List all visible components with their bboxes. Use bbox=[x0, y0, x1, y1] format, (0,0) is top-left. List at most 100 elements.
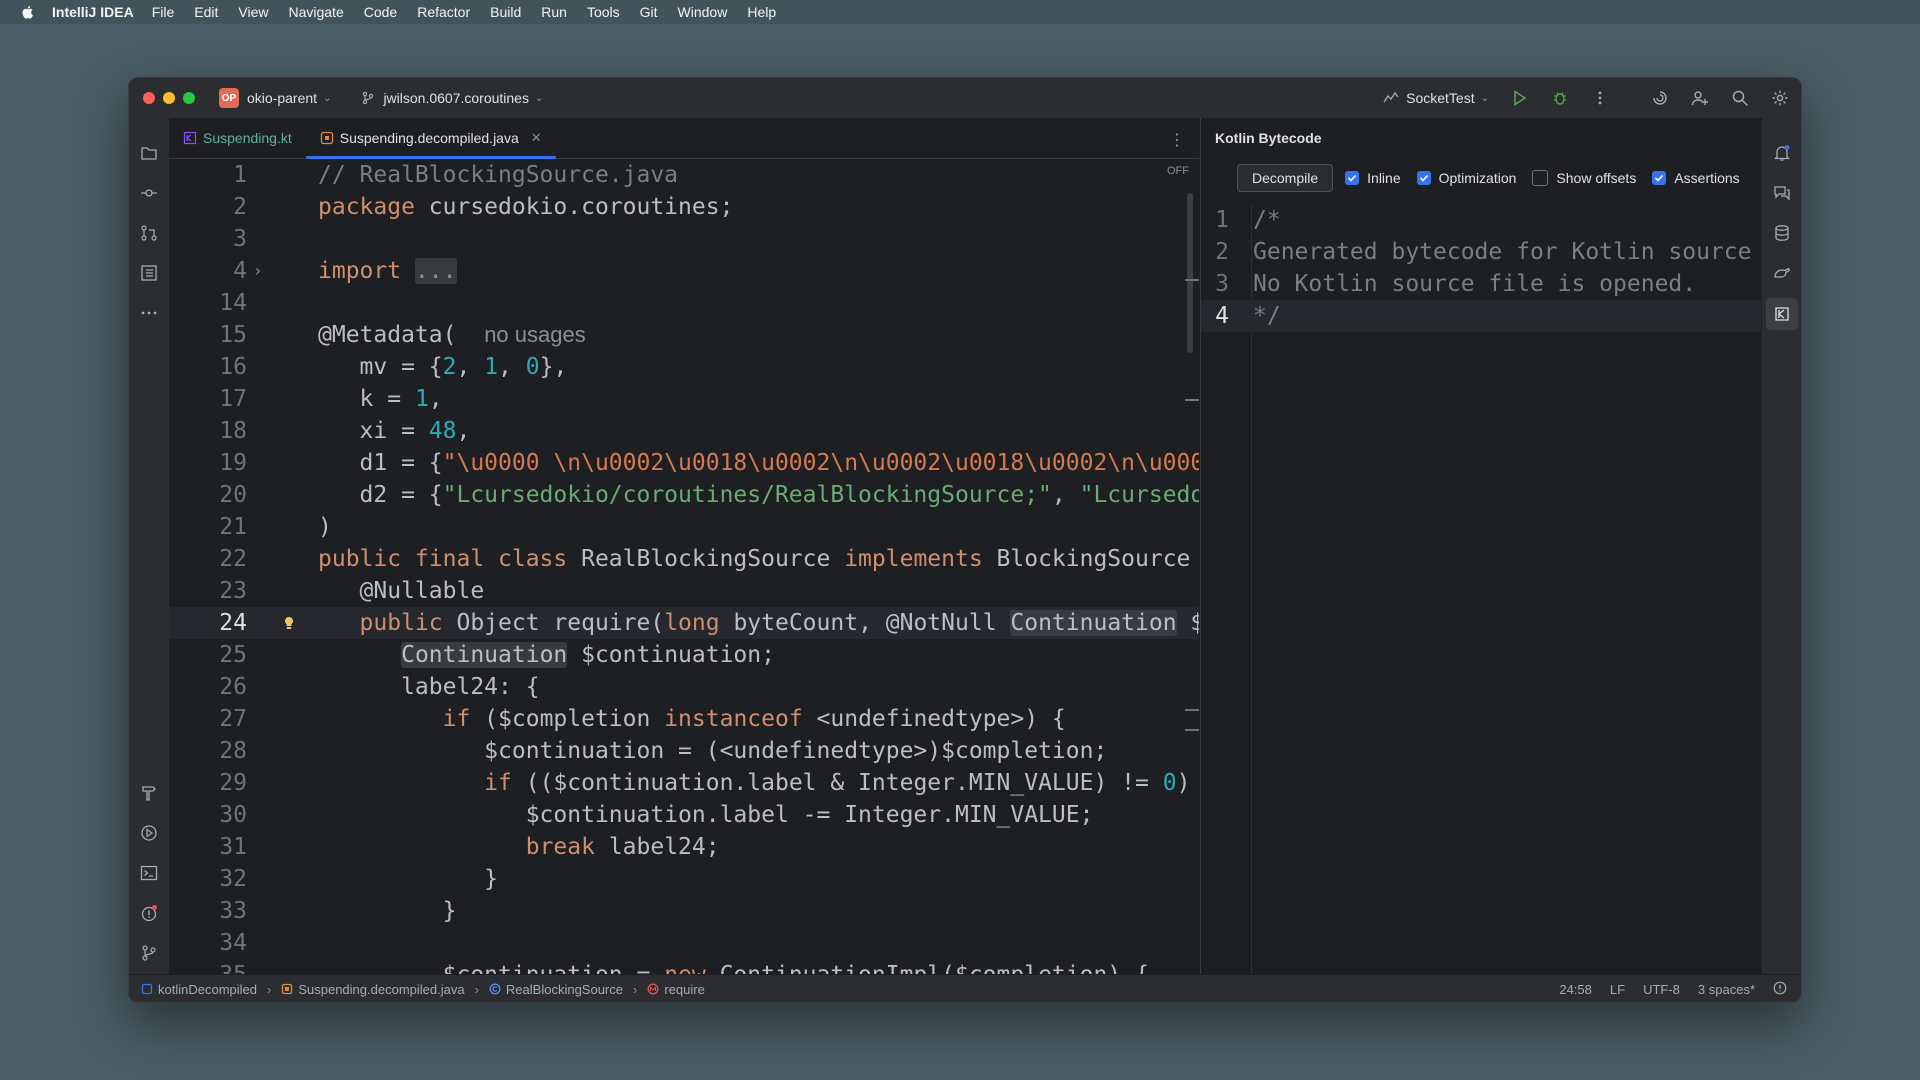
code-line: 2 package cursedokio.coroutines; bbox=[233, 194, 734, 220]
structure-icon[interactable] bbox=[140, 264, 158, 282]
caret-position[interactable]: 24:58 bbox=[1559, 982, 1592, 997]
database-icon[interactable] bbox=[1773, 224, 1791, 242]
add-user-button[interactable] bbox=[1691, 89, 1709, 107]
pull-requests-icon[interactable] bbox=[140, 224, 158, 242]
breadcrumb-label: kotlinDecompiled bbox=[158, 981, 257, 997]
project-selector[interactable]: okio-parent bbox=[247, 90, 317, 106]
code-editor[interactable]: OFF 1// RealBlockingSource.java 2 package… bbox=[169, 159, 1199, 974]
problems-icon[interactable] bbox=[140, 904, 158, 922]
code-line: 33 } bbox=[219, 898, 457, 924]
zoom-window-button[interactable] bbox=[183, 92, 195, 104]
tab-suspending-decompiled-java[interactable]: Suspending.decompiled.java ✕ bbox=[305, 118, 556, 159]
menu-view[interactable]: View bbox=[238, 4, 268, 20]
optimization-label: Optimization bbox=[1438, 170, 1517, 186]
bytecode-line: 1/* bbox=[1215, 207, 1281, 233]
breadcrumb-method[interactable]: require bbox=[647, 982, 705, 997]
git-icon[interactable] bbox=[140, 944, 158, 962]
kotlin-bytecode-panel: Kotlin Bytecode Decompile Inline Optimiz… bbox=[1200, 118, 1761, 974]
menu-edit[interactable]: Edit bbox=[194, 4, 218, 20]
ide-window: OP okio-parent ⌄ jwilson.0607.coroutines… bbox=[128, 77, 1802, 1003]
inspection-status[interactable] bbox=[1773, 981, 1787, 998]
search-button[interactable] bbox=[1731, 89, 1749, 107]
fold-chevron-icon[interactable]: › bbox=[253, 255, 263, 287]
code-line: 34 bbox=[219, 930, 247, 956]
spiral-icon bbox=[1653, 91, 1667, 105]
left-tool-stripe bbox=[129, 118, 170, 974]
assertions-checkbox[interactable] bbox=[1652, 171, 1667, 185]
run-config-selector[interactable]: SocketTest ⌄ bbox=[1382, 90, 1489, 106]
breadcrumb-label: RealBlockingSource bbox=[505, 981, 623, 997]
close-tab-icon[interactable]: ✕ bbox=[531, 130, 542, 146]
notifications-icon[interactable] bbox=[1773, 144, 1791, 162]
panel-title: Kotlin Bytecode bbox=[1215, 130, 1322, 146]
title-bar-actions: SocketTest ⌄ bbox=[1382, 89, 1789, 107]
menu-refactor[interactable]: Refactor bbox=[417, 4, 470, 20]
line-ending[interactable]: LF bbox=[1610, 982, 1625, 997]
build-hammer-icon[interactable] bbox=[140, 784, 158, 802]
ai-chat-icon[interactable] bbox=[1773, 184, 1791, 202]
code-line: 16 mv = {2, 1, 0}, bbox=[219, 354, 568, 380]
code-line: 30 $continuation.label -= Integer.MIN_VA… bbox=[219, 802, 1094, 828]
menu-navigate[interactable]: Navigate bbox=[288, 4, 343, 20]
tab-label: Suspending.decompiled.java bbox=[339, 130, 519, 146]
more-actions-button[interactable] bbox=[1591, 89, 1609, 107]
code-line: 20 d2 = {"Lcursedokio/coroutines/RealBlo… bbox=[219, 482, 1199, 508]
folded-imports[interactable]: ... bbox=[414, 258, 457, 284]
file-encoding[interactable]: UTF-8 bbox=[1643, 982, 1680, 997]
decompile-button[interactable]: Decompile bbox=[1237, 164, 1334, 192]
kotlin-bytecode-icon[interactable] bbox=[1773, 305, 1791, 323]
code-line: 4 › import ... bbox=[169, 255, 1199, 287]
menu-file[interactable]: File bbox=[152, 4, 175, 20]
close-window-button[interactable] bbox=[143, 92, 155, 104]
services-icon[interactable] bbox=[140, 824, 158, 842]
title-bar: OP okio-parent ⌄ jwilson.0607.coroutines… bbox=[129, 78, 1801, 119]
chevron-right-icon: › bbox=[474, 981, 479, 997]
ai-assistant-button[interactable] bbox=[1651, 89, 1669, 107]
run-button[interactable] bbox=[1511, 89, 1529, 107]
menu-help[interactable]: Help bbox=[747, 4, 776, 20]
project-badge: OP bbox=[219, 88, 239, 108]
chevron-down-icon: ⌄ bbox=[534, 92, 544, 104]
breadcrumb-label: Suspending.decompiled.java bbox=[298, 981, 465, 997]
commit-icon[interactable] bbox=[140, 184, 158, 202]
apple-logo-icon[interactable] bbox=[20, 4, 36, 20]
gear-icon bbox=[1772, 90, 1788, 106]
menu-tools[interactable]: Tools bbox=[587, 4, 620, 20]
tabs-more-icon[interactable]: ⋮ bbox=[1169, 130, 1185, 150]
macos-menu-bar: IntelliJ IDEA File Edit View Navigate Co… bbox=[0, 0, 1920, 24]
menu-build[interactable]: Build bbox=[490, 4, 521, 20]
project-folder-icon[interactable] bbox=[140, 144, 158, 162]
assertions-label: Assertions bbox=[1674, 170, 1740, 186]
more-vertical-icon bbox=[1598, 91, 1602, 105]
settings-button[interactable] bbox=[1771, 89, 1789, 107]
breadcrumb-module[interactable]: kotlinDecompiled bbox=[141, 982, 257, 997]
breadcrumb-file[interactable]: Suspending.decompiled.java bbox=[281, 981, 465, 997]
code-line-current: 24 public Object require(long byteCount,… bbox=[169, 607, 1199, 639]
code-line: 17 k = 1, bbox=[219, 386, 443, 412]
menu-code[interactable]: Code bbox=[364, 4, 397, 20]
usages-hint[interactable]: no usages bbox=[484, 322, 586, 347]
indent-setting[interactable]: 3 spaces* bbox=[1698, 982, 1755, 997]
chevron-down-icon: ⌄ bbox=[323, 92, 332, 104]
menu-run[interactable]: Run bbox=[541, 4, 567, 20]
menu-window[interactable]: Window bbox=[678, 4, 728, 20]
editor-tabs: Suspending.kt Suspending.decompiled.java… bbox=[169, 118, 1199, 159]
code-line: 23 @Nullable bbox=[219, 578, 485, 604]
lightbulb-icon[interactable] bbox=[283, 616, 295, 630]
checkmark-icon bbox=[1419, 174, 1428, 182]
menu-git[interactable]: Git bbox=[640, 4, 658, 20]
menu-app-name[interactable]: IntelliJ IDEA bbox=[52, 4, 134, 20]
code-line: 28 $continuation = (<undefinedtype>)$com… bbox=[219, 738, 1108, 764]
gradle-icon[interactable] bbox=[1773, 264, 1791, 282]
inline-checkbox[interactable] bbox=[1345, 171, 1360, 185]
more-tools-icon[interactable] bbox=[140, 304, 158, 322]
breadcrumb-class[interactable]: RealBlockingSource bbox=[489, 982, 623, 997]
minimize-window-button[interactable] bbox=[163, 92, 175, 104]
show-offsets-checkbox[interactable] bbox=[1532, 170, 1549, 186]
optimization-checkbox[interactable] bbox=[1416, 171, 1431, 185]
terminal-icon[interactable] bbox=[140, 864, 158, 882]
bytecode-viewer[interactable]: 1/* 2 Generated bytecode for Kotlin sourc… bbox=[1201, 204, 1761, 332]
branch-selector[interactable]: jwilson.0607.coroutines bbox=[383, 90, 529, 106]
debug-button[interactable] bbox=[1551, 89, 1569, 107]
tab-suspending-kt[interactable]: Suspending.kt bbox=[169, 118, 306, 158]
